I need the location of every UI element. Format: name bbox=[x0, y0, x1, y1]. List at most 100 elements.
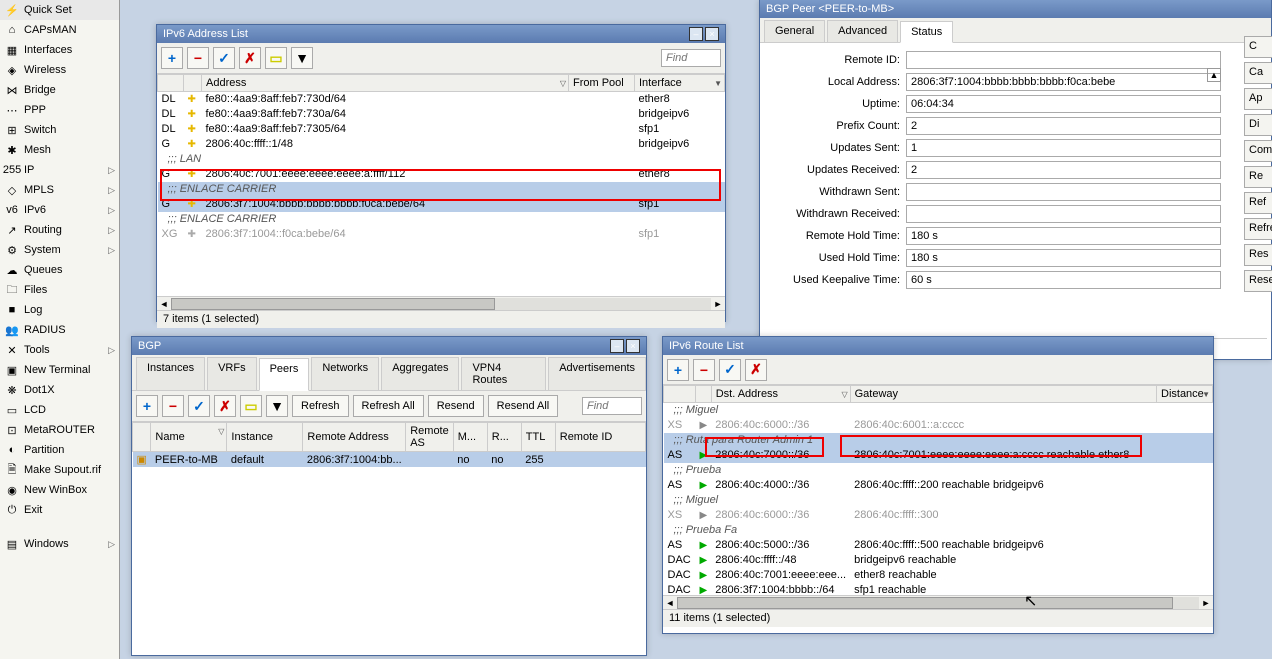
minimize-btn[interactable]: – bbox=[610, 339, 624, 353]
keepalive-field[interactable] bbox=[906, 271, 1221, 289]
comment-button[interactable]: ▭ bbox=[240, 395, 262, 417]
tab-general[interactable]: General bbox=[764, 20, 825, 42]
withdrawnsent-field[interactable] bbox=[906, 183, 1221, 201]
remove-button[interactable]: − bbox=[162, 395, 184, 417]
menu-ipv6[interactable]: v6IPv6▷ bbox=[0, 200, 119, 220]
col-header[interactable] bbox=[664, 386, 696, 403]
table-row[interactable]: DAC▶2806:40c:7001:eeee:eee...ether8 reac… bbox=[664, 568, 1213, 583]
table-row[interactable]: XS▶2806:40c:6000::/362806:40c:ffff::300 bbox=[664, 508, 1213, 523]
table-row[interactable]: ;;; Prueba bbox=[664, 463, 1213, 478]
col-header[interactable]: Dst. Address▽ bbox=[711, 386, 850, 403]
remove-button[interactable]: − bbox=[693, 359, 715, 381]
table-row[interactable]: DAC▶2806:3f7:1004:bbbb::/64sfp1 reachabl… bbox=[664, 583, 1213, 596]
menu-exit[interactable]: ⏻Exit bbox=[0, 500, 119, 520]
table-row[interactable]: G✚2806:3f7:1004:bbbb:bbbb:bbbb:f0ca:bebe… bbox=[158, 197, 725, 212]
menu-mesh[interactable]: ✱Mesh bbox=[0, 140, 119, 160]
table-row[interactable]: ;;; Miguel bbox=[664, 493, 1213, 508]
menu-interfaces[interactable]: ▦Interfaces bbox=[0, 40, 119, 60]
menu-routing[interactable]: ↗Routing▷ bbox=[0, 220, 119, 240]
window-titlebar[interactable]: BGP Peer <PEER-to-MB> bbox=[760, 0, 1271, 18]
add-button[interactable]: + bbox=[161, 47, 183, 69]
menu-system[interactable]: ⚙System▷ bbox=[0, 240, 119, 260]
menu-windows[interactable]: ▤Windows▷ bbox=[0, 534, 119, 554]
window-titlebar[interactable]: IPv6 Route List bbox=[663, 337, 1213, 355]
menu-switch[interactable]: ⊞Switch bbox=[0, 120, 119, 140]
table-row[interactable]: ▣PEER-to-MBdefault2806:3f7:1004:bb...non… bbox=[133, 452, 646, 468]
col-header[interactable]: R... bbox=[487, 423, 521, 452]
tab-vrfs[interactable]: VRFs bbox=[207, 357, 257, 390]
action-button[interactable]: Com bbox=[1244, 140, 1272, 162]
menu-metarouter[interactable]: ⊡MetaROUTER bbox=[0, 420, 119, 440]
disable-button[interactable]: ✗ bbox=[745, 359, 767, 381]
updatesrecv-field[interactable] bbox=[906, 161, 1221, 179]
menu-radius[interactable]: 👥RADIUS bbox=[0, 320, 119, 340]
add-button[interactable]: + bbox=[667, 359, 689, 381]
tab-peers[interactable]: Peers bbox=[259, 358, 310, 391]
tab-vpn4 routes[interactable]: VPN4 Routes bbox=[461, 357, 546, 390]
col-header[interactable]: TTL bbox=[521, 423, 555, 452]
window-titlebar[interactable]: IPv6 Address List – × bbox=[157, 25, 725, 43]
table-row[interactable]: ;;; LAN bbox=[158, 152, 725, 167]
col-header[interactable] bbox=[133, 423, 151, 452]
col-header[interactable]: Distance▼ bbox=[1157, 386, 1213, 403]
col-header[interactable]: M... bbox=[453, 423, 487, 452]
tab-advertisements[interactable]: Advertisements bbox=[548, 357, 646, 390]
usedhold-field[interactable] bbox=[906, 249, 1221, 267]
col-header[interactable]: From Pool bbox=[569, 75, 635, 92]
disable-button[interactable]: ✗ bbox=[214, 395, 236, 417]
menu-new-winbox[interactable]: ◉New WinBox bbox=[0, 480, 119, 500]
table-row[interactable]: ;;; Miguel bbox=[664, 403, 1213, 418]
table-row[interactable]: ;;; ENLACE CARRIER bbox=[158, 182, 725, 197]
table-row[interactable]: XS▶2806:40c:6000::/362806:40c:6001::a:cc… bbox=[664, 418, 1213, 433]
table-row[interactable]: AS▶2806:40c:7000::/362806:40c:7001:eeee:… bbox=[664, 448, 1213, 463]
table-row[interactable]: AS▶2806:40c:5000::/362806:40c:ffff::500 … bbox=[664, 538, 1213, 553]
col-header[interactable]: Name▽ bbox=[151, 423, 227, 452]
withdrawnrecv-field[interactable] bbox=[906, 205, 1221, 223]
table-row[interactable]: ;;; Prueba Fa bbox=[664, 523, 1213, 538]
add-button[interactable]: + bbox=[136, 395, 158, 417]
action-button[interactable]: Rese bbox=[1244, 270, 1272, 292]
close-btn[interactable]: × bbox=[705, 27, 719, 41]
menu-log[interactable]: ■Log bbox=[0, 300, 119, 320]
window-titlebar[interactable]: BGP – × bbox=[132, 337, 646, 355]
tab-instances[interactable]: Instances bbox=[136, 357, 205, 390]
table-row[interactable]: G✚2806:40c:ffff::1/48bridgeipv6 bbox=[158, 137, 725, 152]
localaddr-field[interactable] bbox=[906, 73, 1221, 91]
filter-button[interactable]: ▼ bbox=[266, 395, 288, 417]
table-row[interactable]: XG✚2806:3f7:1004::f0ca:bebe/64sfp1 bbox=[158, 227, 725, 242]
action-button[interactable]: Ap bbox=[1244, 88, 1272, 110]
table-row[interactable]: DL✚fe80::4aa9:8aff:feb7:730a/64bridgeipv… bbox=[158, 107, 725, 122]
table-row[interactable]: G✚2806:40c:7001:eeee:eeee:eeee:a:ffff/11… bbox=[158, 167, 725, 182]
tab-aggregates[interactable]: Aggregates bbox=[381, 357, 459, 390]
minimize-btn[interactable]: – bbox=[689, 27, 703, 41]
col-header[interactable] bbox=[158, 75, 184, 92]
remoteid-field[interactable] bbox=[906, 51, 1221, 69]
horizontal-scrollbar[interactable]: ◄► bbox=[663, 595, 1213, 609]
table-row[interactable]: ;;; ENLACE CARRIER bbox=[158, 212, 725, 227]
menu-partition[interactable]: ◐Partition bbox=[0, 440, 119, 460]
find-input[interactable] bbox=[582, 397, 642, 415]
action-button[interactable]: Refre bbox=[1244, 218, 1272, 240]
menu-tools[interactable]: ✕Tools▷ bbox=[0, 340, 119, 360]
col-header[interactable]: Interface▼ bbox=[635, 75, 725, 92]
menu-quick-set[interactable]: ⚡Quick Set bbox=[0, 0, 119, 20]
action-button[interactable]: Res bbox=[1244, 244, 1272, 266]
menu-new-terminal[interactable]: ▣New Terminal bbox=[0, 360, 119, 380]
menu-files[interactable]: 🗀Files bbox=[0, 280, 119, 300]
menu-wireless[interactable]: ◈Wireless bbox=[0, 60, 119, 80]
col-header[interactable] bbox=[696, 386, 712, 403]
menu-bridge[interactable]: ⋈Bridge bbox=[0, 80, 119, 100]
tab-networks[interactable]: Networks bbox=[311, 357, 379, 390]
up-arrow-btn[interactable]: ▲ bbox=[1207, 68, 1221, 82]
action-button[interactable]: Re bbox=[1244, 166, 1272, 188]
col-header[interactable]: Gateway bbox=[850, 386, 1156, 403]
refresh-button[interactable]: Refresh bbox=[292, 395, 349, 417]
remove-button[interactable]: − bbox=[187, 47, 209, 69]
resend-all-button[interactable]: Resend All bbox=[488, 395, 559, 417]
menu-make-supout.rif[interactable]: 🗎Make Supout.rif bbox=[0, 460, 119, 480]
table-row[interactable]: AS▶2806:40c:4000::/362806:40c:ffff::200 … bbox=[664, 478, 1213, 493]
enable-button[interactable]: ✓ bbox=[213, 47, 235, 69]
refresh-all-button[interactable]: Refresh All bbox=[353, 395, 424, 417]
action-button[interactable]: Ca bbox=[1244, 62, 1272, 84]
tab-status[interactable]: Status bbox=[900, 21, 953, 43]
